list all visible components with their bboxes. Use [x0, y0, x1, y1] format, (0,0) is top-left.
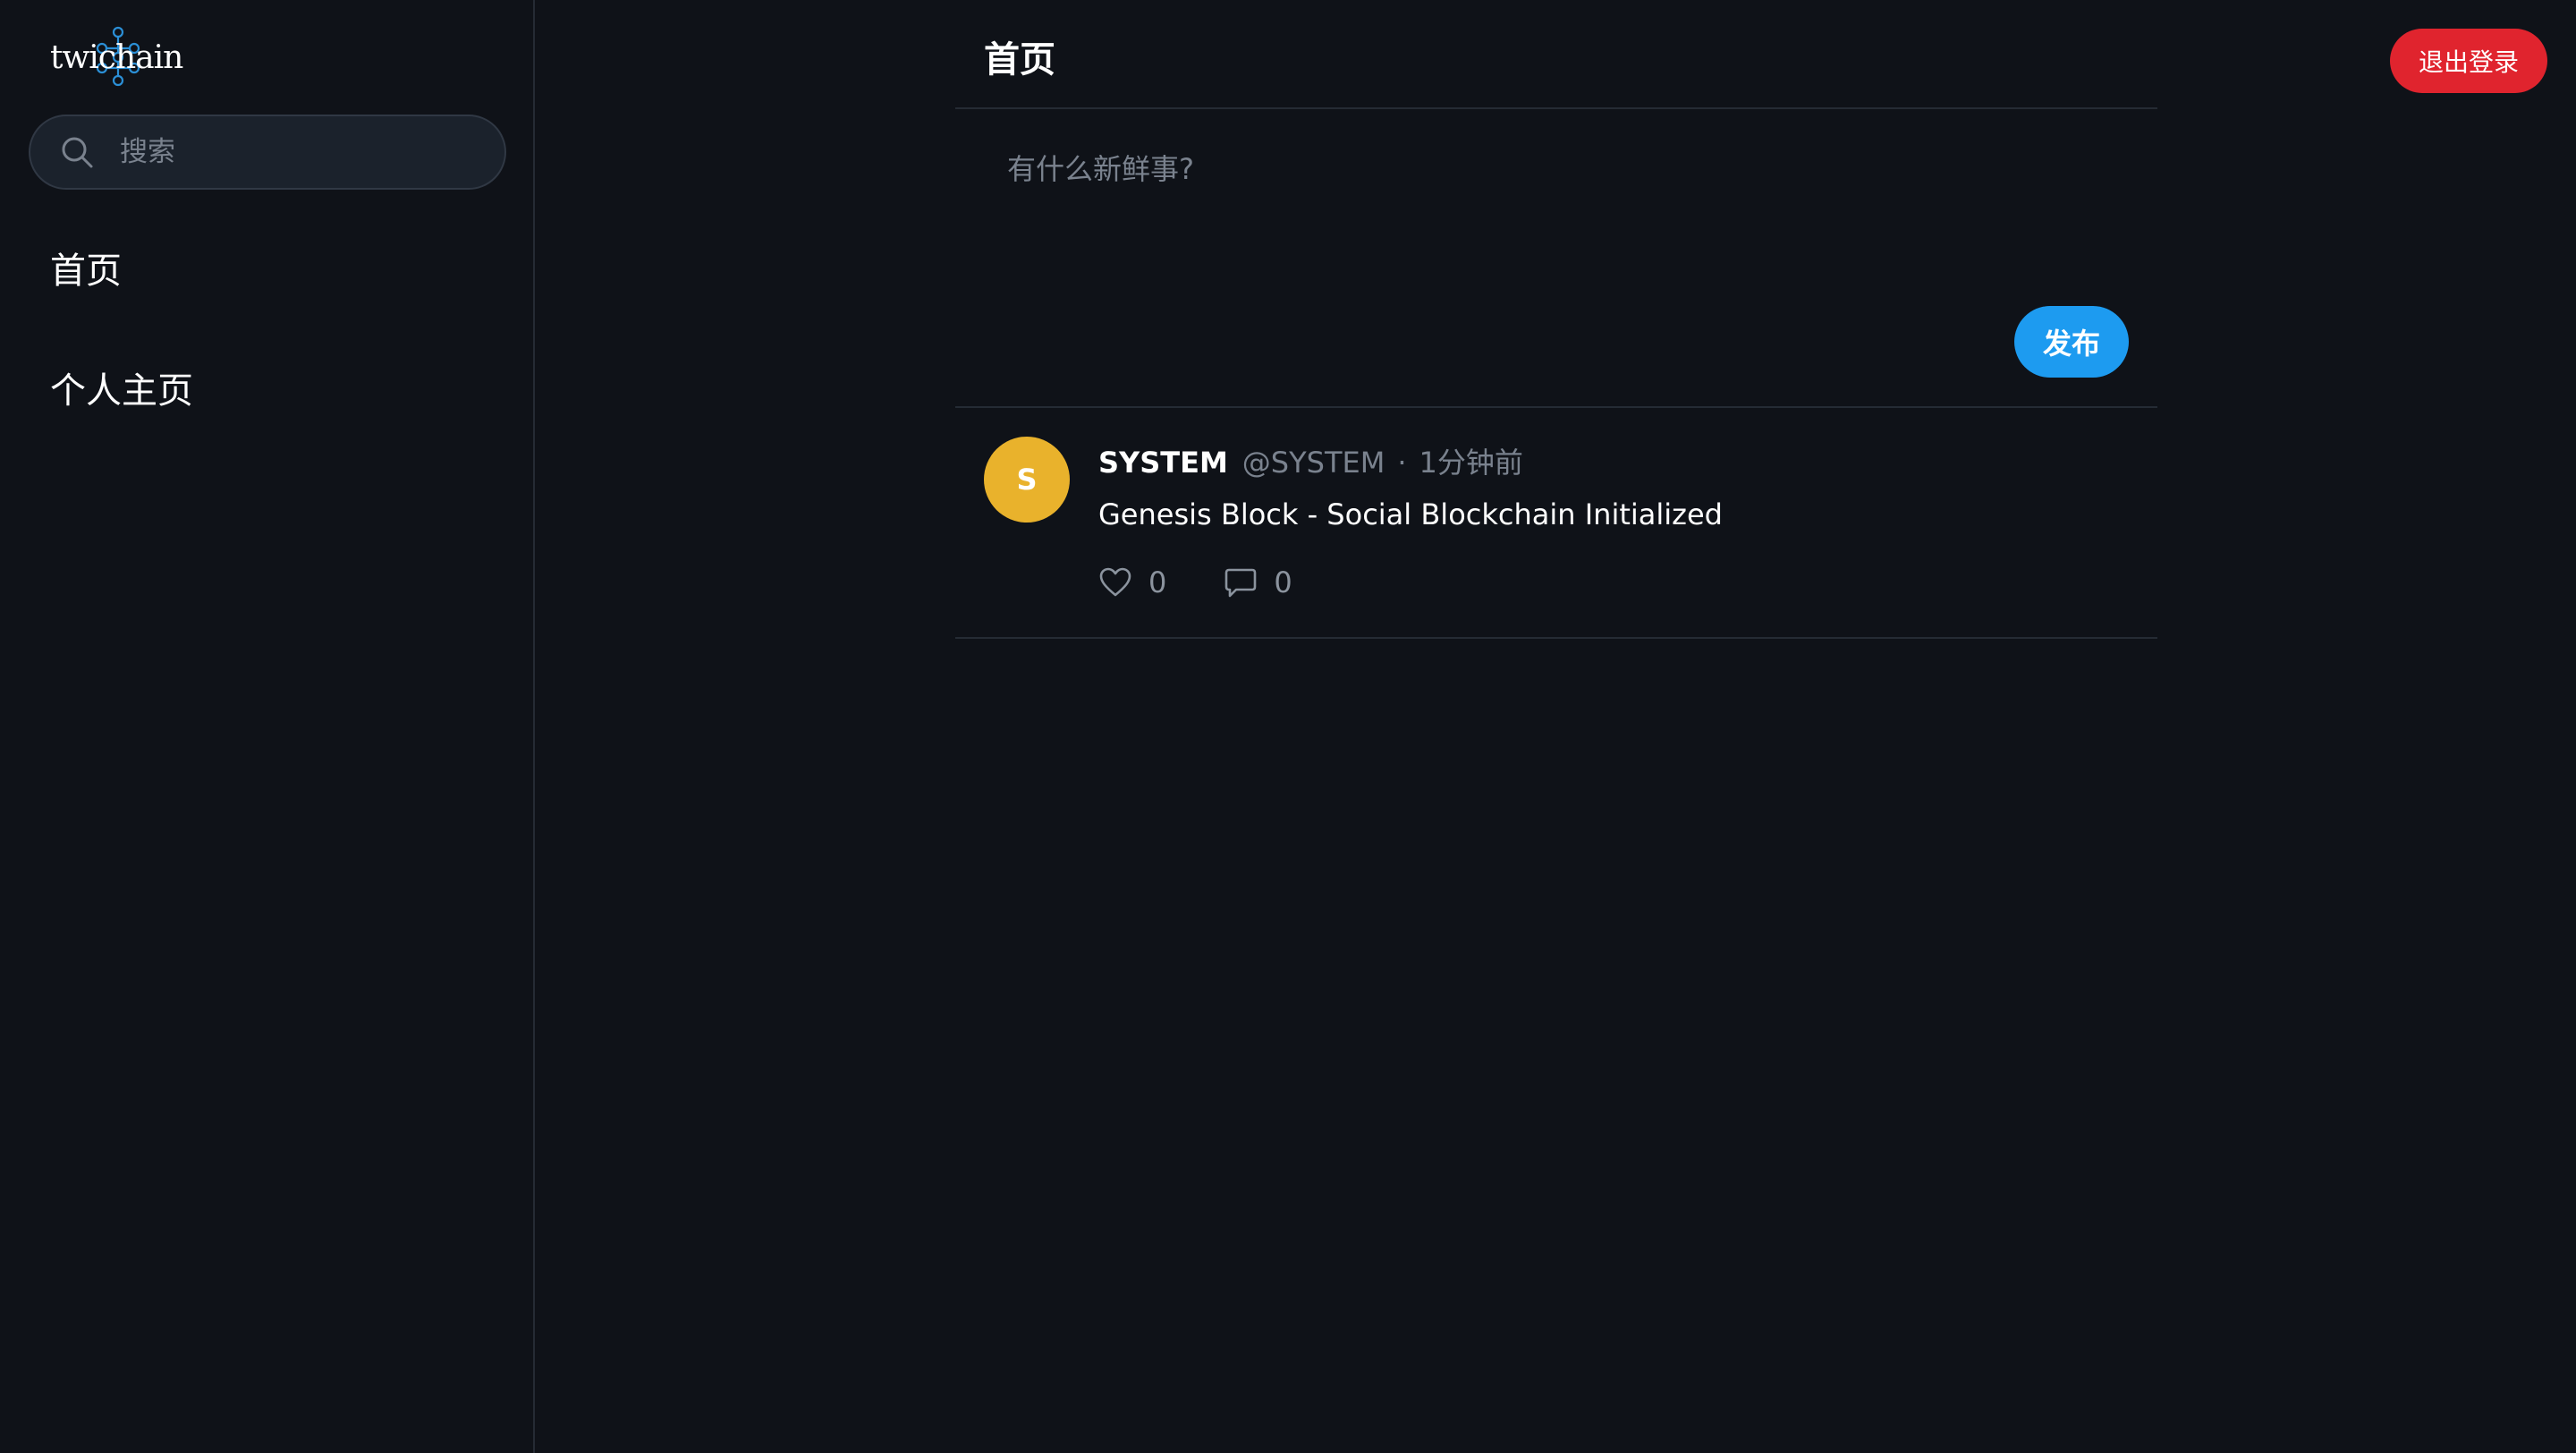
post-content: Genesis Block - Social Blockchain Initia… — [1098, 497, 1723, 531]
sidebar-item-home[interactable]: 首页 — [50, 242, 122, 293]
sidebar-item-label: 首页 — [50, 251, 122, 292]
comment-icon — [1225, 568, 1257, 598]
tweet-composer: 发布 — [955, 109, 2157, 408]
compose-input[interactable] — [1005, 145, 2106, 288]
avatar[interactable]: S — [984, 437, 1070, 523]
logout-button[interactable]: 退出登录 — [2390, 29, 2547, 93]
comment-button[interactable]: 0 — [1224, 565, 1292, 599]
publish-button[interactable]: 发布 — [2014, 306, 2129, 378]
search-input[interactable] — [118, 135, 476, 169]
page-title: 首页 — [984, 39, 1055, 81]
author-name[interactable]: SYSTEM — [1098, 446, 1228, 480]
sidebar-item-profile[interactable]: 个人主页 — [50, 361, 193, 413]
search-icon — [62, 137, 93, 168]
sidebar-item-label: 个人主页 — [50, 370, 193, 412]
post-header: SYSTEM @SYSTEM · 1分钟前 — [1098, 440, 1523, 481]
logo-text: twichain — [50, 39, 183, 76]
comment-count: 0 — [1274, 565, 1292, 599]
heart-icon — [1099, 567, 1131, 597]
post-timestamp: 1分钟前 — [1419, 446, 1523, 480]
like-button[interactable]: 0 — [1098, 565, 1166, 599]
sidebar: twichain 首页 个人主页 — [0, 0, 535, 1453]
separator-dot: · — [1397, 446, 1407, 480]
app-logo[interactable]: twichain — [50, 25, 183, 88]
post-actions: 0 0 — [1098, 565, 1350, 599]
like-count: 0 — [1148, 565, 1167, 599]
avatar-letter: S — [1016, 463, 1038, 497]
main-feed: 首页 发布 S SYSTEM @SYSTEM · 1分钟前 Genesis Bl… — [955, 0, 2157, 1453]
feed-header: 首页 — [955, 0, 2157, 109]
post-item[interactable]: S SYSTEM @SYSTEM · 1分钟前 Genesis Block - … — [955, 408, 2157, 639]
search-box[interactable] — [29, 115, 506, 190]
author-handle[interactable]: @SYSTEM — [1242, 446, 1385, 480]
